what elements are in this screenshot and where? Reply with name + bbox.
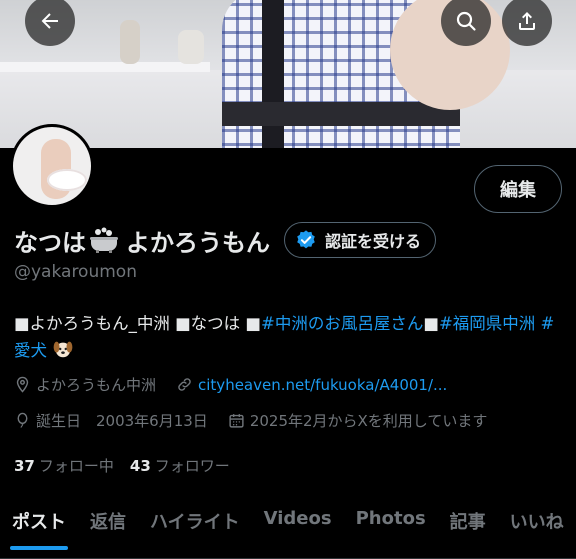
banner-bottle <box>178 30 204 64</box>
name-row: なつは よかろうもん 認証を受ける <box>14 220 437 260</box>
avatar[interactable] <box>10 124 94 208</box>
hashtag-link[interactable]: 愛犬 <box>14 341 47 360</box>
bathtub-icon <box>88 226 120 254</box>
location-pin-icon <box>16 376 29 393</box>
share-icon <box>519 12 535 30</box>
profile-tabs: ポスト 返信 ハイライト Videos Photos 記事 いいね <box>0 498 576 559</box>
tab-posts[interactable]: ポスト <box>0 498 78 558</box>
tab-label: ポスト <box>12 512 66 533</box>
follow-counts: 37 フォロー中 43 フォロワー <box>14 455 230 476</box>
hashtag-link[interactable]: # <box>541 314 555 333</box>
dog-face-icon <box>52 338 74 368</box>
joined-item: 2025年2月からXを利用しています <box>228 410 488 431</box>
tab-articles[interactable]: 記事 <box>438 498 498 558</box>
link-icon <box>178 378 191 391</box>
display-name-part2: よかろうもん <box>126 228 270 257</box>
balloon-icon <box>17 412 28 428</box>
display-name: なつは よかろうもん <box>14 223 270 258</box>
location-text: よかろうもん中洲 <box>36 376 157 394</box>
followers-label: フォロワー <box>154 457 230 475</box>
tab-replies[interactable]: 返信 <box>78 498 138 558</box>
following-label: フォロー中 <box>38 457 114 475</box>
tab-label: ハイライト <box>150 512 240 533</box>
display-name-part1: なつは <box>14 228 86 257</box>
tab-label: いいね <box>509 512 564 533</box>
get-verified-button[interactable]: 認証を受ける <box>284 222 437 258</box>
birthday-text: 誕生日 2003年6月13日 <box>36 412 208 430</box>
tab-photos[interactable]: Photos <box>344 498 438 558</box>
user-handle: @yakaroumon <box>14 262 137 282</box>
website-link[interactable]: cityheaven.net/fukuoka/A4001/... <box>198 376 447 394</box>
search-icon <box>456 11 476 31</box>
active-tab-indicator <box>10 546 68 550</box>
tab-videos[interactable]: Videos <box>252 498 344 558</box>
get-verified-label: 認証を受ける <box>325 232 422 251</box>
location-item: よかろうもん中洲 <box>14 374 156 395</box>
bio-text: ■よかろうもん_中洲 ■なつは ■ <box>14 314 262 333</box>
tab-label: Photos <box>355 508 426 529</box>
hashtag-link[interactable]: #中洲のお風呂屋さん <box>261 314 423 333</box>
birthday-item: 誕生日 2003年6月13日 <box>14 410 208 431</box>
tab-label: Videos <box>263 508 332 529</box>
tab-likes[interactable]: いいね <box>498 498 576 558</box>
edit-profile-button[interactable]: 編集 <box>474 165 562 213</box>
joined-text: 2025年2月からXを利用しています <box>249 412 488 430</box>
followers-link[interactable]: 43 フォロワー <box>130 455 230 476</box>
bio-text: ■ <box>423 314 439 333</box>
website-item[interactable]: cityheaven.net/fukuoka/A4001/... <box>176 376 447 394</box>
banner-band <box>222 102 460 126</box>
back-arrow-icon <box>41 13 58 29</box>
profile-meta-row: 誕生日 2003年6月13日 2025年2月からXを利用しています <box>14 410 507 431</box>
tab-highlights[interactable]: ハイライト <box>138 498 252 558</box>
following-link[interactable]: 37 フォロー中 <box>14 455 114 476</box>
profile-meta-row: よかろうもん中洲 cityheaven.net/fukuoka/A4001/..… <box>14 374 467 395</box>
verified-badge-icon <box>297 230 315 249</box>
profile-bio: ■よかろうもん_中洲 ■なつは ■#中洲のお風呂屋さん■#福岡県中洲 # 愛犬 <box>14 310 566 368</box>
tab-label: 記事 <box>449 512 486 533</box>
hashtag-link[interactable]: #福岡県中洲 <box>439 314 535 333</box>
avatar-figure-detail <box>47 169 87 191</box>
tab-label: 返信 <box>90 512 126 533</box>
followers-count: 43 <box>129 457 151 475</box>
banner-bottle <box>120 20 140 64</box>
following-count: 37 <box>14 457 35 475</box>
banner-shelf <box>0 62 210 72</box>
calendar-icon <box>229 414 244 428</box>
